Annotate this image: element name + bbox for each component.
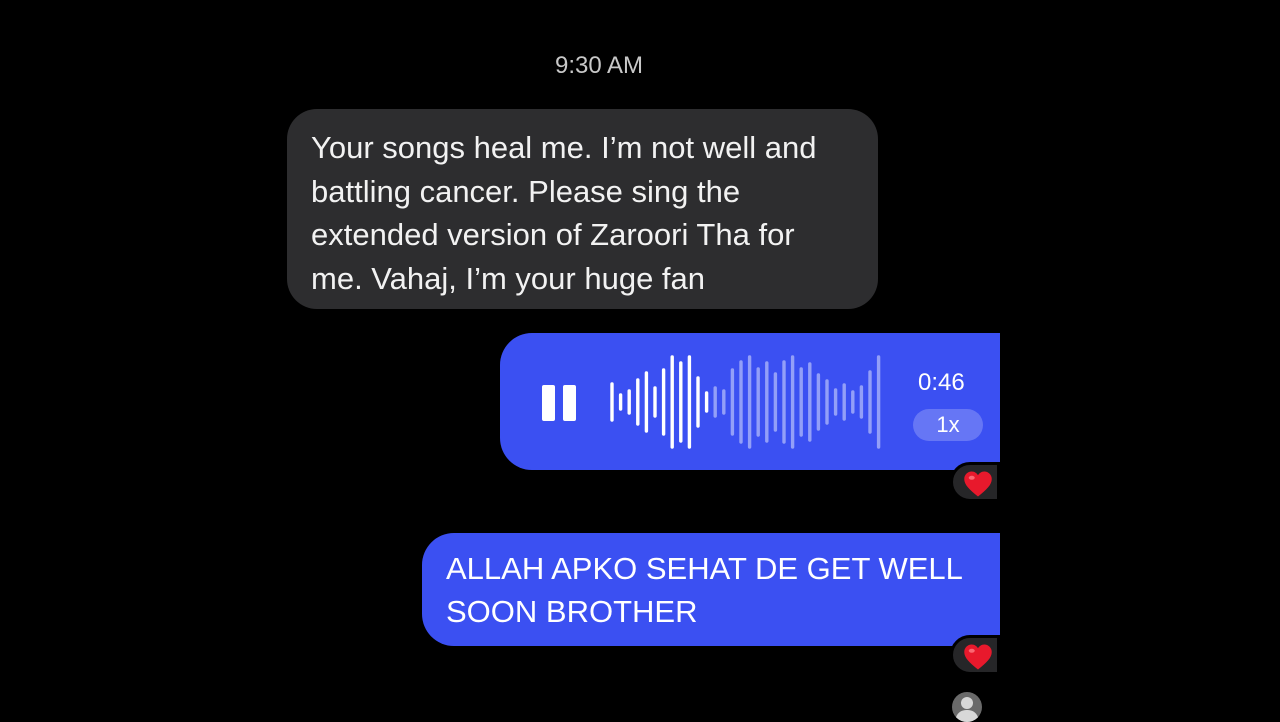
voice-message-reaction[interactable] bbox=[950, 462, 1000, 502]
message-timestamp: 9:30 AM bbox=[554, 52, 644, 79]
heart-icon bbox=[964, 471, 992, 497]
outgoing-message-reaction[interactable] bbox=[950, 635, 1000, 675]
waveform[interactable] bbox=[500, 333, 1000, 470]
playback-speed-button[interactable]: 1x bbox=[913, 409, 983, 441]
outgoing-message-bubble[interactable]: ALLAH APKO SEHAT DE GET WELL SOON BROTHE… bbox=[422, 533, 1000, 646]
heart-icon bbox=[964, 644, 992, 670]
avatar[interactable] bbox=[952, 692, 982, 722]
voice-message-bubble[interactable]: 0:46 1x bbox=[500, 333, 1000, 470]
voice-duration: 0:46 bbox=[918, 369, 965, 396]
incoming-message-bubble[interactable]: Your songs heal me. I’m not well and bat… bbox=[287, 109, 878, 309]
